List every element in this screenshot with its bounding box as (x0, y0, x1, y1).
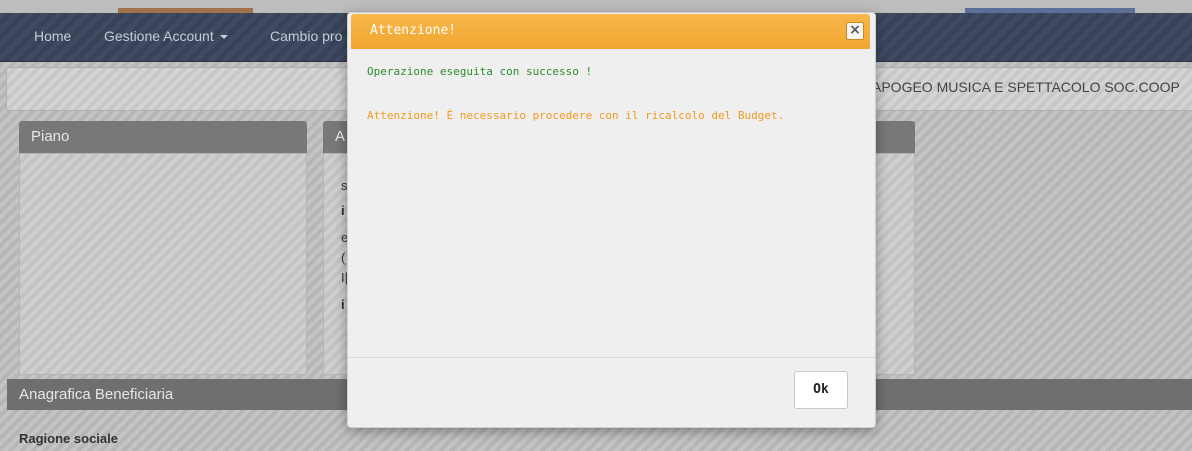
warning-message: Attenzione! È necessario procedere con i… (367, 109, 785, 122)
close-button[interactable]: × (846, 22, 864, 40)
ok-button[interactable]: Ok (794, 371, 848, 409)
dialog-footer-divider (348, 357, 875, 358)
dialog-title: Attenzione! (370, 23, 457, 38)
alert-dialog: Attenzione! × Operazione eseguita con su… (347, 12, 876, 428)
dialog-header: Attenzione! × (351, 14, 870, 49)
success-message: Operazione eseguita con successo ! (367, 65, 593, 78)
